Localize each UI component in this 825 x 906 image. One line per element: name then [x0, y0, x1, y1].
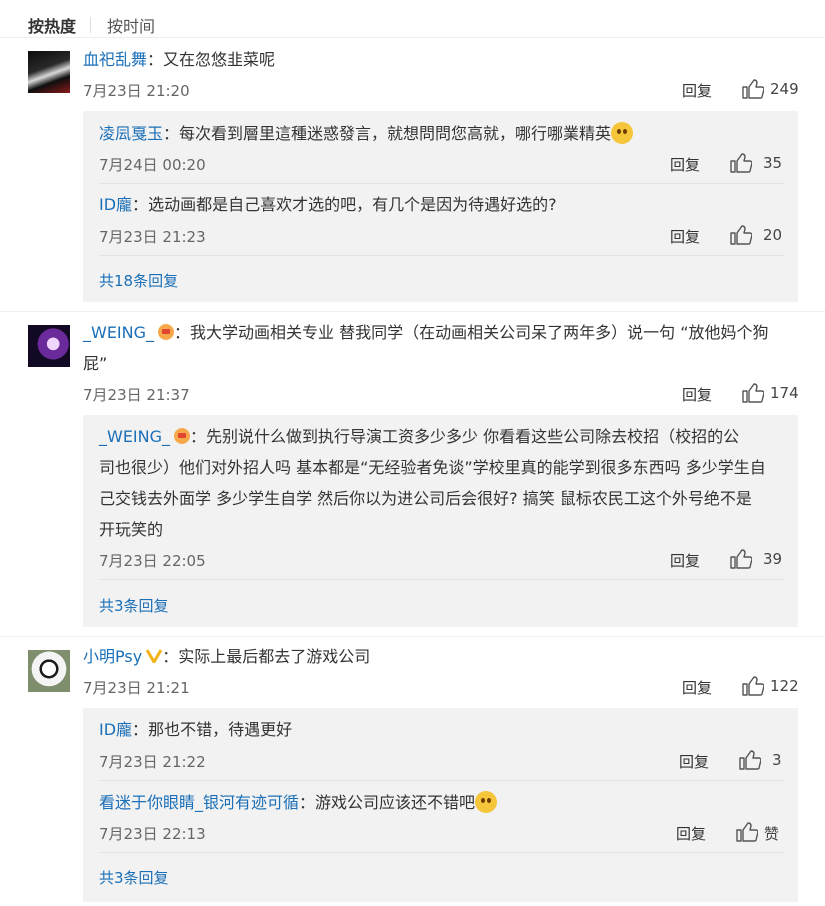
divider — [99, 579, 784, 580]
separator: ： — [299, 793, 316, 812]
username-link[interactable]: ID龐 — [99, 195, 132, 214]
reply-button[interactable]: 回复 — [670, 550, 700, 571]
separator: ： — [132, 720, 149, 739]
more-replies-link[interactable]: 共3条回复 — [99, 595, 169, 616]
comment-text: 我大学动画相关专业 替我同学（在动画相关公司呆了两年多）说一句 “放他妈个狗 — [190, 323, 769, 342]
comment-line: 小明Psy ：实际上最后都去了游戏公司 — [83, 646, 370, 668]
like-count: 174 — [770, 384, 799, 402]
sort-by-hot-tab[interactable]: 按热度 — [28, 13, 76, 37]
like-count: 122 — [770, 677, 799, 695]
reply-time: 7月23日 21:23 — [99, 228, 206, 246]
avatar[interactable] — [28, 51, 70, 93]
reply-time: 7月24日 00:20 — [99, 156, 206, 174]
comment-line: _WEING_ ：我大学动画相关专业 替我同学（在动画相关公司呆了两年多）说一句 … — [83, 317, 803, 379]
reply-button[interactable]: 回复 — [676, 823, 706, 844]
crown-badge-icon — [174, 428, 191, 444]
reply-text: 开玩笑的 — [99, 520, 164, 539]
sort-bar: 按热度 按时间 — [28, 12, 155, 38]
comment-text: 实际上最后都去了游戏公司 — [178, 647, 371, 666]
separator: ： — [190, 427, 207, 446]
username-link[interactable]: 看迷于你眼睛_银河有迹可循 — [99, 793, 299, 812]
reply-text: 游戏公司应该还不错吧 — [315, 793, 476, 812]
comment-time: 7月23日 21:37 — [83, 386, 190, 404]
reply-text: 选动画都是自己喜欢才选的吧，有几个是因为待遇好选的? — [148, 195, 557, 214]
reply-line: 看迷于你眼睛_银河有迹可循：游戏公司应该还不错吧 — [99, 791, 498, 814]
reply-time: 7月23日 22:13 — [99, 825, 206, 843]
separator: ： — [147, 50, 164, 69]
like-thumb-icon[interactable] — [742, 383, 764, 403]
reply-button[interactable]: 回复 — [670, 154, 700, 175]
reply-button[interactable]: 回复 — [679, 751, 709, 772]
like-count: 39 — [763, 550, 783, 568]
divider — [0, 311, 825, 312]
username-link[interactable]: 凌凨戛玉 — [99, 124, 163, 143]
reply-line: _WEING_ ：先别说什么做到执行导演工资多少多少 你看看这些公司除去校招（校招… — [99, 421, 789, 545]
divider — [0, 37, 825, 38]
sort-divider — [90, 17, 92, 33]
reply-line: ID龐：选动画都是自己喜欢才选的吧，有几个是因为待遇好选的? — [99, 194, 557, 216]
smile-emoji-icon — [475, 791, 498, 813]
reply-time: 7月23日 22:05 — [99, 552, 206, 570]
reply-text: 那也不错，待遇更好 — [148, 720, 293, 739]
like-thumb-icon[interactable] — [742, 676, 764, 696]
reply-time: 7月23日 21:22 — [99, 753, 206, 771]
reply-button[interactable]: 回复 — [682, 80, 712, 101]
more-replies-link[interactable]: 共18条回复 — [99, 270, 178, 291]
crown-badge-icon — [158, 324, 175, 340]
like-count: 35 — [763, 154, 783, 172]
username-link[interactable]: _WEING_ — [99, 427, 170, 446]
like-thumb-icon[interactable] — [736, 822, 758, 842]
comment-line: 血祀乱舞：又在忽悠韭菜呢 — [83, 49, 275, 71]
separator: ： — [132, 195, 149, 214]
reply-button[interactable]: 回复 — [682, 677, 712, 698]
divider — [99, 852, 784, 853]
like-button-label[interactable]: 赞 — [764, 823, 779, 844]
username-link[interactable]: 小明Psy — [83, 647, 142, 666]
separator: ： — [162, 647, 179, 666]
like-thumb-icon[interactable] — [739, 750, 761, 770]
like-count: 3 — [772, 751, 782, 769]
more-replies-link[interactable]: 共3条回复 — [99, 867, 169, 888]
username-link[interactable]: _WEING_ — [83, 323, 154, 342]
like-thumb-icon[interactable] — [742, 79, 764, 99]
like-count: 249 — [770, 80, 799, 98]
reply-line: ID龐：那也不错，待遇更好 — [99, 719, 292, 741]
thinking-emoji-icon — [611, 122, 634, 144]
username-link[interactable]: ID龐 — [99, 720, 132, 739]
like-thumb-icon[interactable] — [730, 153, 752, 173]
like-count: 20 — [763, 226, 783, 244]
reply-text: 先别说什么做到执行导演工资多少多少 你看看这些公司除去校招（校招的公 — [206, 427, 740, 446]
username-link[interactable]: 血祀乱舞 — [83, 50, 147, 69]
comment-time: 7月23日 21:21 — [83, 679, 190, 697]
reply-text: 司也很少）他们对外招人吗 基本都是“无经验者免谈”学校里真的能学到很多东西吗 多… — [99, 458, 766, 477]
comment-text: 又在忽悠韭菜呢 — [163, 50, 276, 69]
reply-button[interactable]: 回复 — [670, 226, 700, 247]
divider — [99, 780, 784, 781]
reply-button[interactable]: 回复 — [682, 384, 712, 405]
divider — [0, 636, 825, 637]
divider — [99, 183, 784, 184]
like-thumb-icon[interactable] — [730, 225, 752, 245]
comment-text: 屁” — [83, 354, 108, 373]
reply-text: 每次看到層里這種迷惑發言，就想問問您高就，哪行哪業精英 — [179, 124, 612, 143]
reply-text: 己交钱去外面学 多少学生自学 然后你以为进公司后会很好? 搞笑 鼠标农民工这个外… — [99, 489, 752, 508]
sort-by-time-tab[interactable]: 按时间 — [107, 13, 155, 37]
reply-line: 凌凨戛玉：每次看到層里這種迷惑發言，就想問問您高就，哪行哪業精英 — [99, 122, 634, 145]
like-thumb-icon[interactable] — [730, 549, 752, 569]
avatar[interactable] — [28, 650, 70, 692]
divider — [99, 255, 784, 256]
avatar[interactable] — [28, 325, 70, 367]
separator: ： — [174, 323, 191, 342]
v-badge-icon — [146, 649, 163, 663]
comment-time: 7月23日 21:20 — [83, 82, 190, 100]
separator: ： — [163, 124, 180, 143]
